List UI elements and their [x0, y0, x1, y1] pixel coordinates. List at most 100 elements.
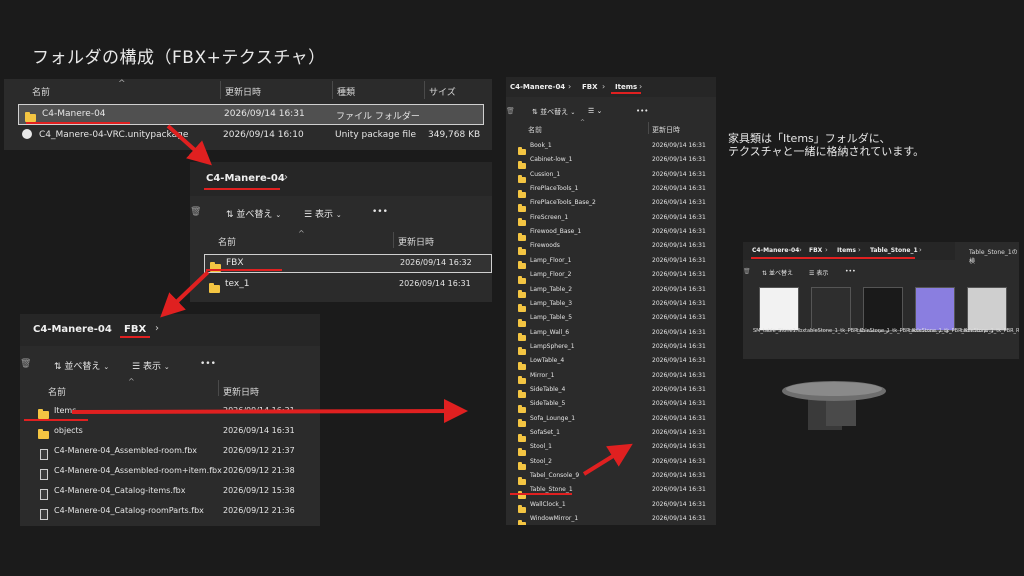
- address-bar[interactable]: C4-Manere-04 ›: [190, 162, 492, 196]
- list-item[interactable]: Lamp_Floor_1 2026/09/14 16:31: [514, 254, 714, 270]
- breadcrumb-c4-manere[interactable]: C4-Manere-04: [510, 83, 565, 91]
- chevron-down-icon: ⌄: [163, 363, 170, 371]
- list-item[interactable]: FirePlaceTools_1 2026/09/14 16:31: [514, 182, 714, 198]
- list-item[interactable]: Book_1 2026/09/14 16:31: [514, 139, 714, 155]
- column-header-date[interactable]: 更新日時: [225, 85, 261, 98]
- column-header-date[interactable]: 更新日時: [398, 235, 434, 248]
- column-divider[interactable]: [220, 81, 221, 99]
- view-button[interactable]: ☰ 表示 ⌄: [304, 207, 342, 220]
- sort-button[interactable]: ⇅ 並べ替え: [762, 268, 793, 277]
- column-divider[interactable]: [332, 81, 333, 99]
- list-item[interactable]: Items 2026/09/14 16:31: [34, 402, 318, 420]
- item-date: 2026/09/14 16:31: [652, 299, 706, 307]
- breadcrumb-c4-manere[interactable]: C4-Manere-04: [752, 247, 799, 254]
- column-header-date[interactable]: 更新日時: [652, 125, 680, 135]
- list-item[interactable]: Lamp_Wall_6 2026/09/14 16:31: [514, 326, 714, 342]
- more-options-button[interactable]: •••: [200, 359, 216, 369]
- sort-button[interactable]: ⇅ 並べ替え ⌄: [226, 207, 281, 220]
- list-item[interactable]: Lamp_Floor_2 2026/09/14 16:31: [514, 268, 714, 284]
- list-item[interactable]: LowTable_4 2026/09/14 16:31: [514, 354, 714, 370]
- folder-icon: [38, 409, 49, 419]
- breadcrumb-fbx[interactable]: FBX: [582, 83, 598, 91]
- address-bar[interactable]: C4-Manere-04 › FBX › Items ›: [506, 77, 716, 97]
- item-name: Stool_1: [530, 443, 552, 451]
- view-label: 表示: [142, 362, 161, 372]
- list-item[interactable]: Lamp_Table_3 2026/09/14 16:31: [514, 297, 714, 313]
- item-name: FirePlaceTools_1: [530, 185, 579, 193]
- view-button[interactable]: ☰ 表示 ⌄: [132, 359, 170, 372]
- delete-icon[interactable]: 🗑: [506, 107, 515, 115]
- item-date: 2026/09/14 16:31: [652, 342, 706, 350]
- list-item[interactable]: Tabel_Console_9 2026/09/14 16:31: [514, 469, 714, 485]
- fbx-file-icon[interactable]: [759, 287, 799, 331]
- item-name: Lamp_Table_3: [530, 299, 573, 307]
- list-item[interactable]: WallClock_1 2026/09/14 16:31: [514, 498, 714, 514]
- breadcrumb-c4-manere[interactable]: C4-Manere-04: [206, 173, 285, 184]
- more-options-button[interactable]: •••: [636, 107, 648, 115]
- diffuse-texture-icon[interactable]: [811, 287, 851, 331]
- more-options-button[interactable]: •••: [845, 268, 856, 275]
- column-header-date[interactable]: 更新日時: [223, 385, 259, 398]
- search-box[interactable]: Table_Stone_1の検: [969, 247, 1019, 265]
- column-header-name[interactable]: 名前: [48, 385, 66, 398]
- list-item[interactable]: Cussion_1 2026/09/14 16:31: [514, 168, 714, 184]
- list-item[interactable]: LampSphere_1 2026/09/14 16:31: [514, 340, 714, 356]
- column-header-name[interactable]: 名前: [528, 125, 542, 135]
- column-header-name[interactable]: 名前: [218, 235, 236, 248]
- breadcrumb-fbx[interactable]: FBX: [124, 324, 146, 335]
- list-item[interactable]: objects 2026/09/14 16:31: [34, 422, 318, 440]
- list-item[interactable]: Cabinet-low_1 2026/09/14 16:31: [514, 153, 714, 169]
- item-date: 2026/09/14 16:31: [652, 142, 706, 149]
- delete-icon[interactable]: 🗑: [743, 268, 751, 275]
- list-item[interactable]: C4-Manere-04_Assembled-room+item.fbx 2026…: [34, 462, 318, 480]
- address-bar[interactable]: C4-Manere-04 › FBX ›: [20, 314, 320, 346]
- item-name: WallClock_1: [530, 500, 566, 508]
- list-item[interactable]: C4_Manere-04-VRC.unitypackage 2026/09/14…: [18, 126, 482, 145]
- item-date: 2026/09/14 16:31: [652, 500, 706, 508]
- list-item[interactable]: tex_1 2026/09/14 16:31: [204, 276, 490, 293]
- list-item[interactable]: WindowMirror_1 2026/09/14 16:31: [514, 512, 714, 525]
- list-item[interactable]: C4-Manere-04_Catalog-roomParts.fbx 2026/0…: [34, 502, 318, 520]
- breadcrumb-c4-manere[interactable]: C4-Manere-04: [33, 324, 112, 335]
- view-icon[interactable]: ☰ ⌄: [588, 107, 602, 115]
- breadcrumb-table-stone[interactable]: Table_Stone_1: [870, 247, 918, 254]
- sort-button[interactable]: ⇅ 並べ替え ⌄: [54, 359, 109, 372]
- column-divider[interactable]: [648, 122, 649, 134]
- metalness-texture-icon[interactable]: [863, 287, 903, 331]
- thumbnail-caption: SM_table_Stone1.fbx: [753, 328, 806, 334]
- column-divider[interactable]: [393, 232, 394, 248]
- breadcrumb-items[interactable]: Items: [615, 83, 637, 91]
- list-item[interactable]: FirePlaceTools_Base_2 2026/09/14 16:31: [514, 196, 714, 212]
- list-item[interactable]: Stool_2 2026/09/14 16:31: [514, 455, 714, 471]
- roughness-texture-icon[interactable]: [967, 287, 1007, 331]
- column-divider[interactable]: [424, 81, 425, 99]
- view-button[interactable]: ☰ 表示: [809, 268, 828, 277]
- delete-icon[interactable]: 🗑: [190, 207, 201, 217]
- list-item[interactable]: Firewood_Base_1 2026/09/14 16:31: [514, 225, 714, 241]
- list-item[interactable]: SofaSet_1 2026/09/14 16:31: [514, 426, 714, 442]
- list-item[interactable]: SideTable_4 2026/09/14 16:31: [514, 383, 714, 399]
- fbx-file-icon: [40, 469, 48, 480]
- column-divider[interactable]: [218, 380, 219, 396]
- sort-button[interactable]: ⇅ 並べ替え ⌄: [532, 107, 575, 117]
- list-item[interactable]: C4-Manere-04_Catalog-items.fbx 2026/09/12…: [34, 482, 318, 500]
- column-header-type[interactable]: 種類: [337, 85, 355, 98]
- breadcrumb-items[interactable]: Items: [837, 247, 856, 254]
- column-header-name[interactable]: 名前: [32, 85, 50, 98]
- column-header-size[interactable]: サイズ: [429, 85, 456, 98]
- list-item[interactable]: Firewoods 2026/09/14 16:31: [514, 239, 714, 255]
- list-item[interactable]: FireScreen_1 2026/09/14 16:31: [514, 211, 714, 227]
- list-item[interactable]: Sofa_Lounge_1 2026/09/14 16:31: [514, 412, 714, 428]
- list-item[interactable]: Stool_1 2026/09/14 16:31: [514, 440, 714, 456]
- item-date: 2026/09/14 16:31: [652, 285, 706, 293]
- delete-icon[interactable]: 🗑: [20, 359, 31, 369]
- list-item[interactable]: C4-Manere-04_Assembled-room.fbx 2026/09/1…: [34, 442, 318, 460]
- table-3d-preview: [782, 381, 886, 430]
- list-item[interactable]: Lamp_Table_5 2026/09/14 16:31: [514, 311, 714, 327]
- breadcrumb-fbx[interactable]: FBX: [809, 247, 822, 254]
- more-options-button[interactable]: •••: [372, 207, 388, 217]
- list-item[interactable]: Mirror_1 2026/09/14 16:31: [514, 369, 714, 385]
- list-item[interactable]: SideTable_5 2026/09/14 16:31: [514, 397, 714, 413]
- list-item[interactable]: Lamp_Table_2 2026/09/14 16:31: [514, 283, 714, 298]
- normal-texture-icon[interactable]: [915, 287, 955, 331]
